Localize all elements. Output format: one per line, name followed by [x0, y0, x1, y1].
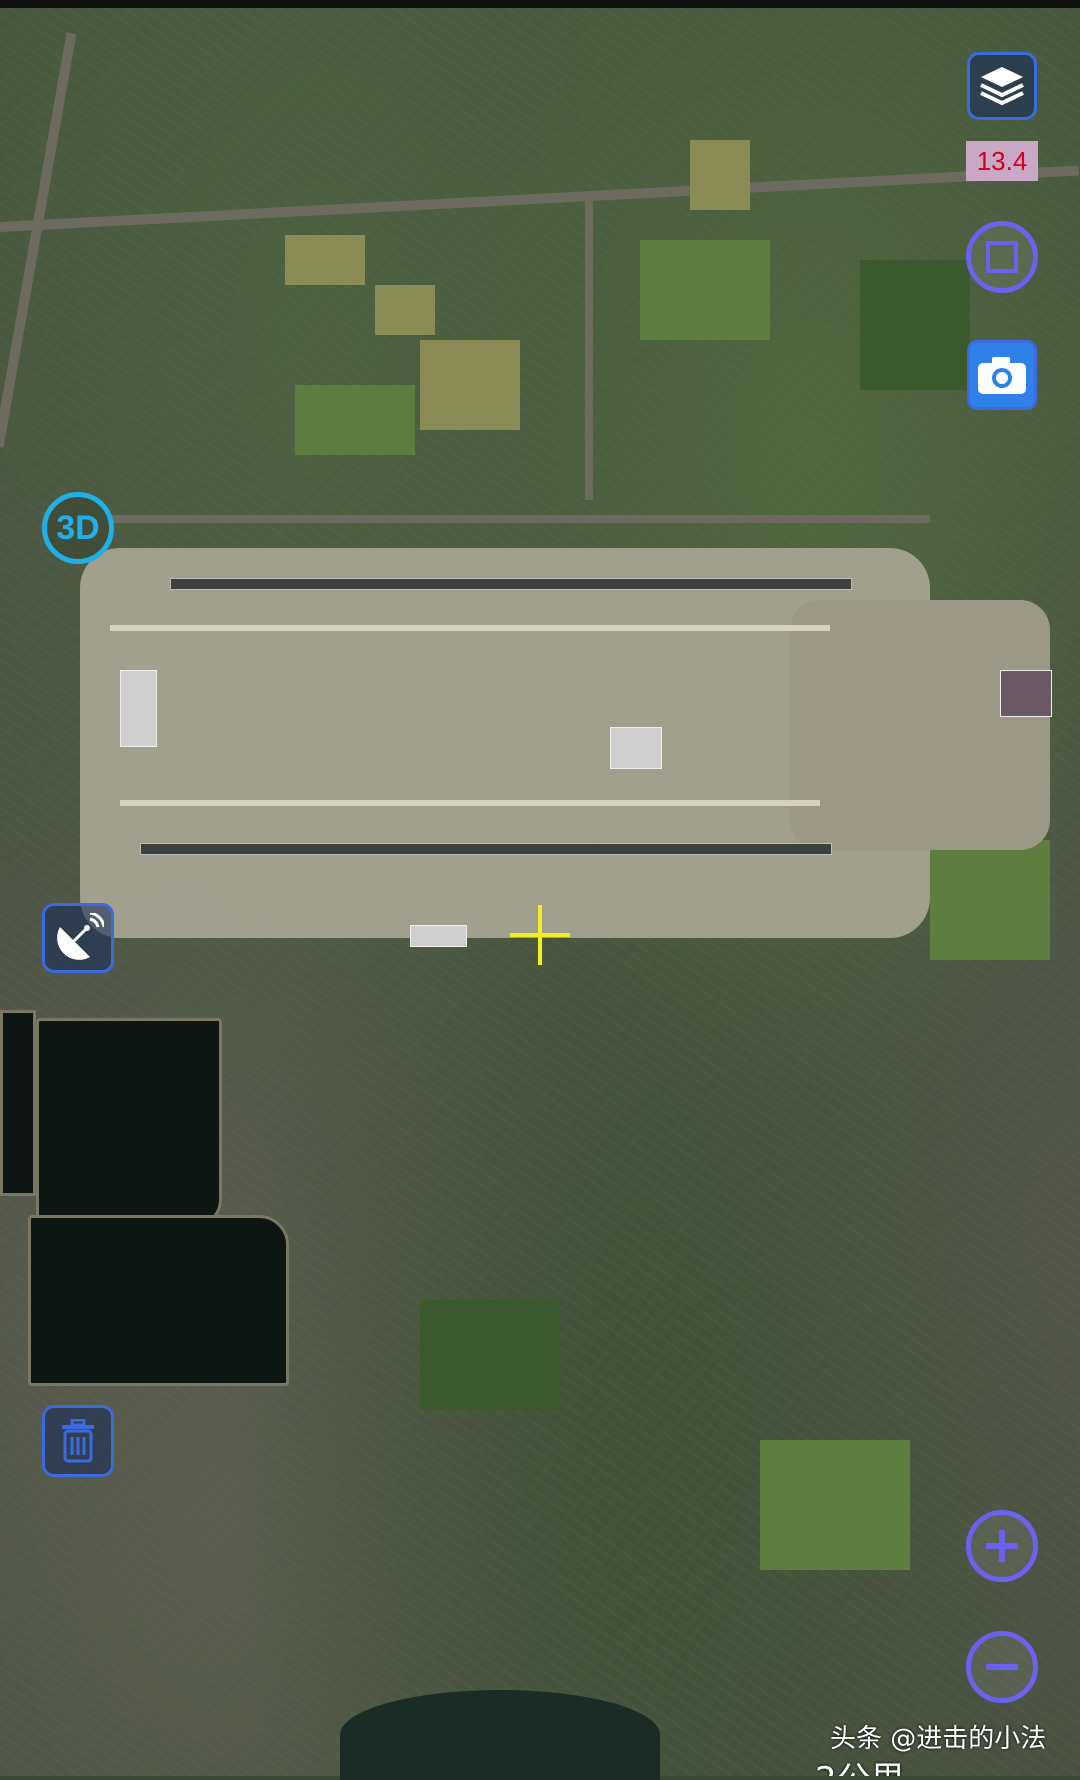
satellite-dish-icon — [57, 913, 104, 960]
watermark: 头条 @进击的小法 — [830, 1724, 1047, 1754]
zoom-level-readout: 13.4 — [966, 141, 1038, 181]
field — [760, 1440, 910, 1570]
trash-icon — [62, 1419, 94, 1463]
plus-icon — [986, 1530, 1018, 1562]
mode-3d-label: 3D — [56, 508, 100, 547]
terminal-building — [610, 727, 662, 769]
terminal-building — [410, 925, 467, 947]
frame-button[interactable] — [966, 221, 1038, 293]
field — [930, 840, 1050, 960]
field — [285, 235, 365, 285]
taxiway — [120, 800, 820, 806]
satellite-map[interactable] — [0, 0, 1080, 1780]
square-frame-icon — [986, 241, 1018, 273]
reservoir-bottom — [340, 1690, 660, 1780]
mode-3d-button[interactable]: 3D — [42, 492, 114, 564]
locate-button[interactable] — [42, 903, 114, 973]
zoom-out-button[interactable] — [966, 1631, 1038, 1703]
field — [375, 285, 435, 335]
reservoir-south — [28, 1215, 289, 1386]
delete-button[interactable] — [42, 1405, 114, 1477]
taxiway — [110, 625, 830, 631]
field — [420, 340, 520, 430]
reservoir-north — [36, 1018, 222, 1229]
airport-cargo-area — [790, 600, 1050, 850]
reservoir-west — [0, 1010, 36, 1196]
zoom-in-button[interactable] — [966, 1510, 1038, 1582]
runway-south — [140, 843, 832, 855]
field — [690, 140, 750, 210]
minus-icon — [986, 1664, 1018, 1670]
field — [860, 260, 970, 390]
center-crosshair — [510, 905, 570, 965]
field — [420, 1300, 560, 1410]
field — [640, 240, 770, 340]
field — [295, 385, 415, 455]
camera-button[interactable] — [967, 340, 1037, 410]
layers-icon — [980, 67, 1024, 106]
map-scale-label: 2公里 — [815, 1752, 905, 1776]
cargo-building — [1000, 670, 1052, 717]
layers-button[interactable] — [967, 52, 1037, 120]
runway-north — [170, 578, 852, 590]
camera-icon — [978, 357, 1026, 394]
airport-perimeter-road — [110, 515, 930, 523]
status-bar — [0, 0, 1080, 8]
terminal-5 — [120, 670, 157, 747]
road-vertical — [585, 200, 593, 500]
